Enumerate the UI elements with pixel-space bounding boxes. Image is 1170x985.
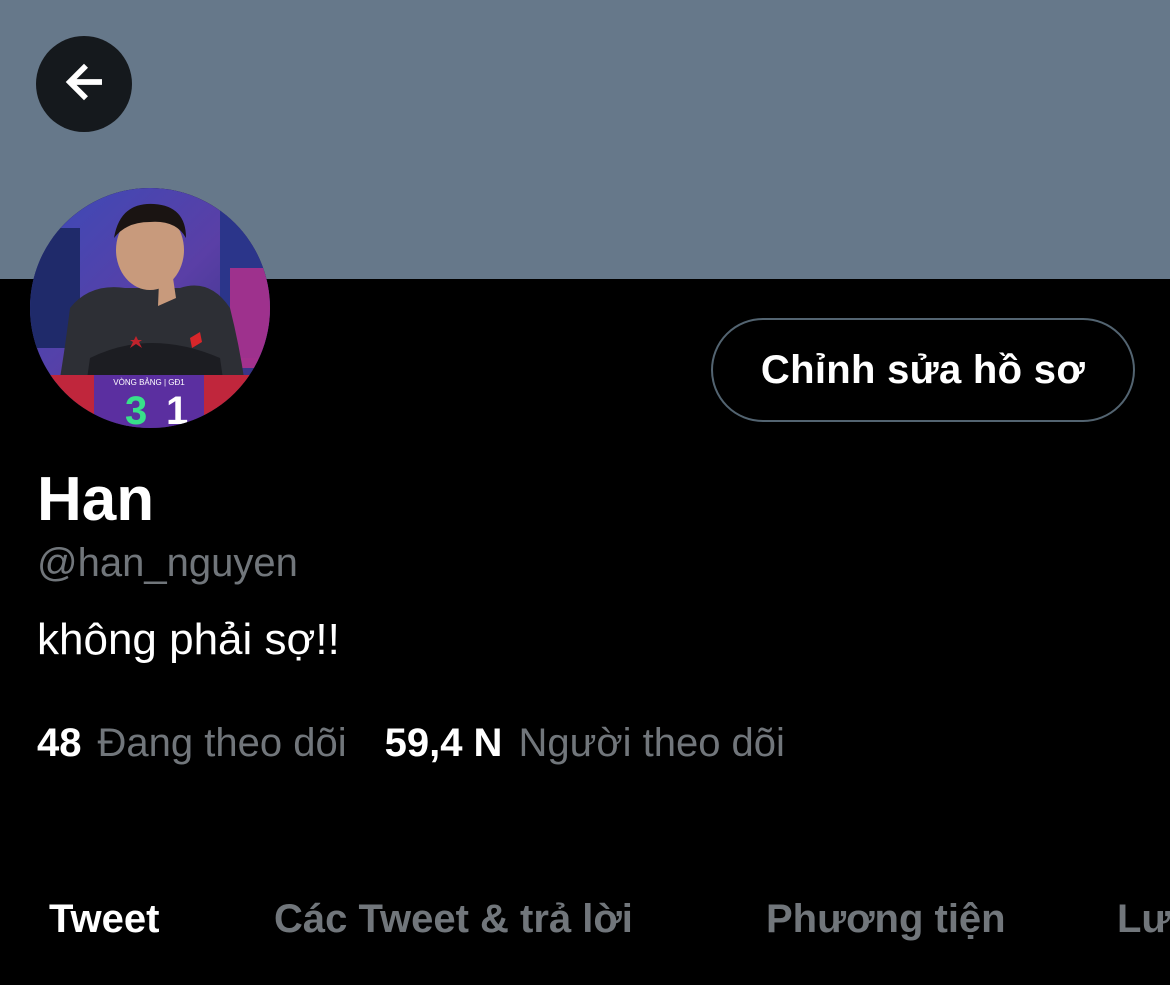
edit-profile-button[interactable]: Chỉnh sửa hồ sơ xyxy=(711,318,1135,422)
avatar[interactable]: VÒNG BẢNG | GĐ1 3 1 xyxy=(30,188,270,428)
profile-bio: không phải sợ!! xyxy=(37,615,340,664)
profile-tabs: Tweet Các Tweet & trả lời Phương tiện Lư xyxy=(0,888,1170,950)
follow-stats: 48 Đang theo dõi 59,4 N Người theo dõi xyxy=(37,716,785,770)
profile-page: VÒNG BẢNG | GĐ1 3 1 Chỉnh sửa hồ sơ Han … xyxy=(0,0,1170,985)
followers-label: Người theo dõi xyxy=(518,721,785,765)
followers-count: 59,4 N xyxy=(384,721,503,765)
back-button[interactable] xyxy=(36,36,132,132)
arrow-left-icon xyxy=(58,56,110,113)
following-link[interactable]: 48 Đang theo dõi xyxy=(37,716,347,770)
tab-likes[interactable]: Lư xyxy=(1117,888,1170,950)
followers-link[interactable]: 59,4 N Người theo dõi xyxy=(385,716,785,770)
svg-text:1: 1 xyxy=(166,389,188,428)
svg-text:VÒNG BẢNG | GĐ1: VÒNG BẢNG | GĐ1 xyxy=(113,378,185,387)
display-name: Han xyxy=(37,465,155,534)
following-label: Đang theo dõi xyxy=(97,721,347,765)
following-count: 48 xyxy=(37,721,82,765)
tab-media[interactable]: Phương tiện xyxy=(766,888,1006,950)
avatar-photo: VÒNG BẢNG | GĐ1 3 1 xyxy=(30,188,270,428)
svg-text:3: 3 xyxy=(125,389,147,428)
tab-tweets-and-replies[interactable]: Các Tweet & trả lời xyxy=(274,888,633,950)
tab-tweets[interactable]: Tweet xyxy=(49,888,159,950)
username-handle: @han_nguyen xyxy=(37,541,298,585)
